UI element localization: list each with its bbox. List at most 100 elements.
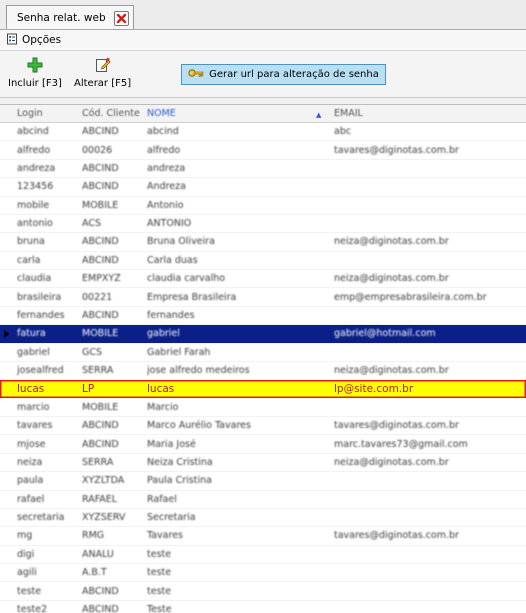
cell-login: marcio	[17, 401, 50, 413]
generate-url-button[interactable]: Gerar url para alteração de senha	[181, 64, 386, 85]
table-row[interactable]: fatura MOBILE gabriel gabriel@hotmail.com	[0, 325, 526, 344]
column-header-nome[interactable]: NOME	[147, 105, 325, 122]
cell-nome: Antonio	[147, 199, 184, 211]
table-row[interactable]: carla ABCIND Carla duas	[0, 252, 526, 270]
table-row[interactable]: teste ABCIND teste	[0, 582, 526, 601]
table-row[interactable]: mjose ABCIND Maria José marc.tavares73@gmai…	[0, 435, 526, 454]
cell-nome: alfredo	[147, 144, 181, 156]
cell-email: abc	[334, 126, 352, 138]
cell-cod-cliente: GCS	[82, 346, 103, 358]
cell-nome: teste	[147, 567, 172, 579]
table-row[interactable]: brasileira 00221 Empresa Brasileira emp@emp…	[0, 288, 526, 307]
menu-opcoes-label: Opções	[22, 34, 62, 46]
cell-email	[334, 399, 522, 416]
table-row[interactable]: claudia EMPXYZ claudia carvalho neiza@digin…	[0, 270, 526, 289]
cell-login: digi	[17, 548, 35, 560]
table-row[interactable]: neiza SERRA Neiza Cristina neiza@diginotas.…	[0, 454, 526, 473]
table-row[interactable]: gabriel GCS Gabriel Farah	[0, 344, 526, 362]
edit-button[interactable]: Alterar [F5]	[74, 57, 131, 89]
table-row[interactable]: antonio ACS ANTONIO	[0, 215, 526, 234]
cell-cod-cliente: 00026	[82, 144, 113, 156]
table-row[interactable]: bruna ABCIND Bruna Oliveira neiza@diginotas…	[0, 233, 526, 252]
cell-email: neiza@diginotas.com.br	[334, 273, 449, 285]
key-icon	[188, 67, 204, 82]
sort-ascending-icon: ▲	[316, 111, 322, 119]
cell-email: tavares@diginotas.com.br	[334, 530, 459, 542]
cell-cod-cliente: ACS	[82, 218, 101, 230]
cell-cod-cliente: XYZLTDA	[82, 475, 125, 487]
cell-login: mg	[17, 530, 33, 542]
cell-login: lucas	[17, 382, 45, 395]
menu-bar: Opções	[0, 30, 526, 50]
cell-nome: lucas	[147, 382, 175, 395]
table-row[interactable]: tavares ABCIND Marco Aurélio Tavares tavare…	[0, 417, 526, 436]
table-row[interactable]: rafael RAFAEL Rafael	[0, 491, 526, 509]
cell-nome: gabriel	[147, 328, 180, 340]
table-row[interactable]: digi ANALU teste	[0, 546, 526, 564]
cell-nome: Neiza Cristina	[147, 456, 213, 468]
cell-email	[334, 601, 522, 613]
cell-email	[334, 215, 522, 232]
cell-email: emp@empresabrasileira.com.br	[334, 291, 487, 303]
table-row[interactable]: 123456 ABCIND Andreza	[0, 178, 526, 197]
table-row[interactable]: abcind ABCIND abcind abc	[0, 123, 526, 142]
table-row[interactable]: lucas LP lucas lp@site.com.br	[0, 380, 526, 399]
tab-senha-relat-web[interactable]: Senha relat. web	[6, 5, 134, 30]
cell-email	[334, 252, 522, 269]
table-row[interactable]: marcio MOBILE Marcio	[0, 399, 526, 417]
table-row[interactable]: secretaria XYZSERV Secretaria	[0, 509, 526, 528]
cell-cod-cliente: ABCIND	[82, 162, 119, 174]
menu-opcoes[interactable]: Opções	[6, 32, 61, 48]
column-header-cod-cliente[interactable]: Cód. Cliente	[82, 105, 144, 122]
table-row[interactable]: teste2 ABCIND Teste	[0, 601, 526, 613]
cell-login: neiza	[17, 456, 43, 468]
cell-email	[334, 160, 522, 177]
table-row[interactable]: josealfred SERRA jose alfredo medeiros neiz…	[0, 362, 526, 381]
cell-nome: Empresa Brasileira	[147, 291, 237, 303]
cell-email	[334, 546, 522, 563]
cell-login: rafael	[17, 493, 45, 505]
table-row[interactable]: mobile MOBILE Antonio	[0, 197, 526, 215]
column-header-login[interactable]: Login	[17, 105, 79, 122]
cell-email	[334, 509, 522, 526]
cell-nome: fernandes	[147, 309, 195, 321]
cell-nome: ANTONIO	[147, 218, 192, 230]
cell-nome: Marco Aurélio Tavares	[147, 420, 251, 432]
cell-nome: Bruna Oliveira	[147, 236, 215, 248]
cell-login: antonio	[17, 218, 53, 230]
cell-login: gabriel	[17, 346, 50, 358]
users-grid[interactable]: Login Cód. Cliente NOME ▲ EMAIL abcind AB…	[0, 104, 526, 613]
table-row[interactable]: fernandes ABCIND fernandes	[0, 307, 526, 326]
cell-login: agili	[17, 567, 37, 579]
cell-login: carla	[17, 254, 41, 266]
cell-nome: andreza	[147, 162, 186, 174]
cell-cod-cliente: MOBILE	[82, 199, 119, 211]
table-row[interactable]: paula XYZLTDA Paula Cristina	[0, 472, 526, 491]
cell-login: mjose	[17, 438, 46, 450]
cell-login: josealfred	[17, 365, 64, 377]
cell-email	[334, 472, 522, 489]
cell-login: 123456	[17, 181, 54, 193]
cell-email	[334, 344, 522, 361]
grid-header: Login Cód. Cliente NOME ▲ EMAIL	[0, 105, 526, 123]
table-row[interactable]: andreza ABCIND andreza	[0, 160, 526, 179]
cell-cod-cliente: LP	[82, 382, 95, 395]
current-row-indicator-icon	[4, 330, 9, 339]
edit-label: Alterar [F5]	[74, 78, 132, 89]
cell-email: neiza@diginotas.com.br	[334, 365, 449, 377]
cell-email	[334, 178, 522, 195]
cell-login: fernandes	[17, 309, 65, 321]
cell-nome: teste	[147, 585, 172, 597]
cell-nome: Marcio	[147, 401, 179, 413]
table-row[interactable]: alfredo 00026 alfredo tavares@diginotas.com…	[0, 141, 526, 160]
table-row[interactable]: agili A.B.T teste	[0, 564, 526, 583]
cell-cod-cliente: SERRA	[82, 456, 114, 468]
include-button[interactable]: Incluir [F3]	[8, 57, 62, 89]
cell-nome: claudia carvalho	[147, 273, 226, 285]
cell-cod-cliente: ABCIND	[82, 438, 119, 450]
column-header-email[interactable]: EMAIL	[334, 105, 522, 122]
cell-login: claudia	[17, 273, 52, 285]
cell-login: alfredo	[17, 144, 51, 156]
table-row[interactable]: mg RMG Tavares tavares@diginotas.com.br	[0, 527, 526, 546]
close-icon[interactable]	[114, 11, 129, 26]
